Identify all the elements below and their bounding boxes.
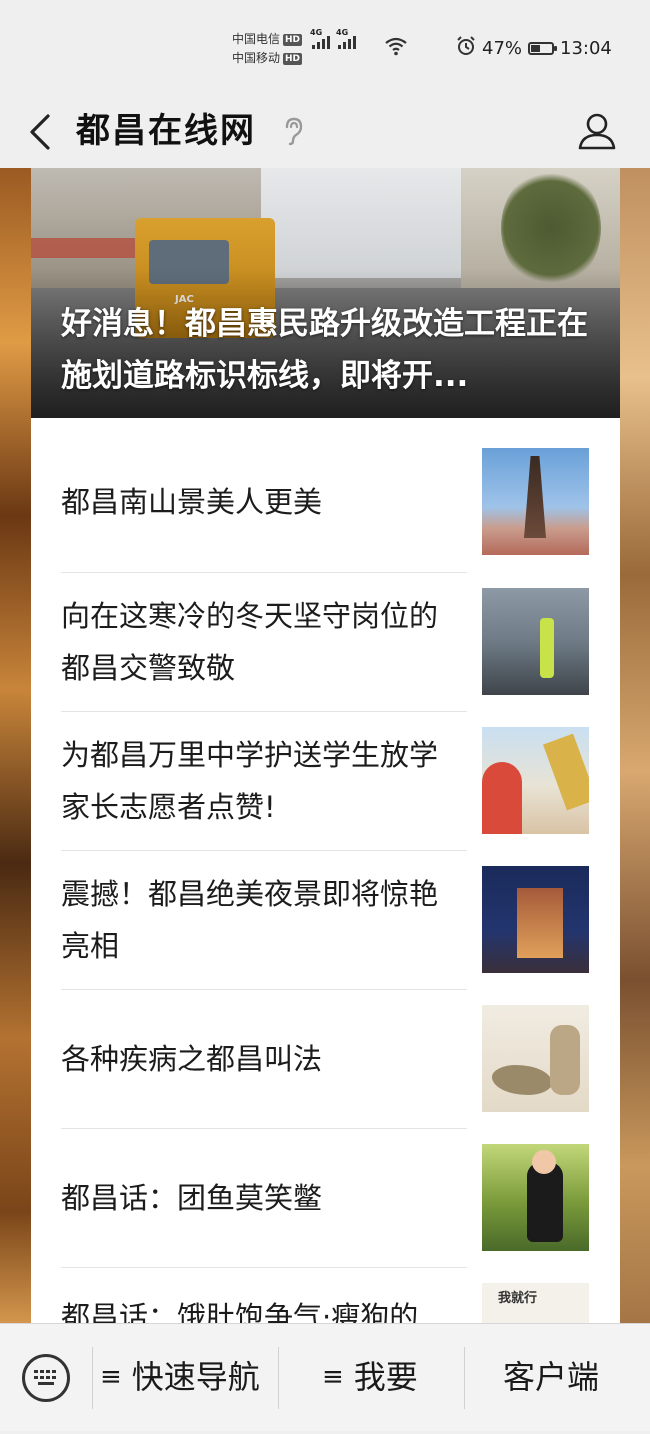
app-header: 都昌在线网	[0, 95, 650, 169]
background-blur-left	[0, 168, 31, 1328]
want-label: 我要	[353, 1358, 418, 1396]
article-title: 各种疾病之都昌叫法	[61, 1041, 323, 1076]
article-title: 都昌南山景美人更美	[61, 485, 323, 519]
client-label: 客户端	[503, 1358, 600, 1396]
carrier-1: 中国电信	[232, 32, 281, 46]
divider	[61, 989, 467, 990]
battery-percent: 47%	[482, 38, 523, 59]
carrier-info: 中国电信 HD 中国移动 HD	[232, 30, 303, 68]
divider	[92, 1347, 93, 1409]
article-title: 都昌话：团鱼莫笑鳖	[61, 1180, 323, 1215]
ear-icon[interactable]	[282, 109, 310, 153]
divider	[61, 1128, 467, 1129]
alarm-icon	[456, 36, 476, 61]
hd-badge: HD	[283, 52, 303, 65]
article-thumbnail	[482, 1283, 589, 1328]
article-thumbnail	[482, 727, 589, 834]
list-item[interactable]: 都昌话：饿肚饱争气·瘦狗的	[31, 1267, 620, 1328]
hero-title: 好消息！都昌惠民路升级改造工程正在施划道路标识标线，即将开...	[61, 306, 588, 394]
wifi-icon	[384, 36, 408, 60]
client-button[interactable]: 客户端	[503, 1324, 599, 1431]
list-item[interactable]: 都昌南山景美人更美	[31, 418, 620, 572]
page-title: 都昌在线网	[76, 111, 256, 151]
signal-icon: 4G	[310, 28, 330, 49]
signal-icons: 4G 4G	[310, 28, 356, 49]
background-blur-right	[619, 168, 650, 1328]
article-title: 向在这寒冷的冬天坚守岗位的都昌交警致敬	[61, 598, 439, 685]
clock: 13:04	[560, 38, 612, 59]
menu-icon: ≡	[322, 1362, 344, 1392]
divider	[61, 1267, 467, 1268]
divider	[61, 572, 467, 573]
article-thumbnail	[482, 448, 589, 555]
article-list: 都昌南山景美人更美 向在这寒冷的冬天坚守岗位的都昌交警致敬 为都昌万里中学护送学…	[31, 418, 620, 1328]
list-item[interactable]: 各种疾病之都昌叫法	[31, 989, 620, 1128]
hd-badge: HD	[283, 33, 303, 46]
status-bar: 中国电信 HD 中国移动 HD 4G 4G 47% 13:04	[0, 0, 650, 95]
list-item[interactable]: 为都昌万里中学护送学生放学家长志愿者点赞!	[31, 711, 620, 850]
battery-icon	[528, 42, 558, 55]
hero-image	[261, 168, 481, 278]
divider	[278, 1347, 279, 1409]
keyboard-icon[interactable]	[22, 1354, 70, 1402]
content-panel: 好消息！都昌惠民路升级改造工程正在施划道路标识标线，即将开... 都昌南山景美人…	[31, 168, 620, 1328]
want-button[interactable]: ≡ 我要	[322, 1324, 418, 1431]
divider	[61, 850, 467, 851]
list-item[interactable]: 向在这寒冷的冬天坚守岗位的都昌交警致敬	[31, 572, 620, 711]
menu-icon: ≡	[100, 1362, 122, 1392]
signal-icon: 4G	[336, 28, 356, 49]
quick-nav-label: 快速导航	[131, 1358, 260, 1396]
back-chevron-icon[interactable]	[20, 107, 60, 157]
article-thumbnail	[482, 588, 589, 695]
bottom-nav-bar: ≡ 快速导航 ≡ 我要 客户端	[0, 1323, 650, 1431]
article-thumbnail	[482, 866, 589, 973]
list-item[interactable]: 都昌话：团鱼莫笑鳖	[31, 1128, 620, 1267]
quick-nav-button[interactable]: ≡ 快速导航	[100, 1324, 260, 1431]
list-item[interactable]: 震撼！都昌绝美夜景即将惊艳亮相	[31, 850, 620, 989]
article-title: 震撼！都昌绝美夜景即将惊艳亮相	[61, 876, 439, 963]
article-thumbnail	[482, 1005, 589, 1112]
divider	[464, 1347, 465, 1409]
person-icon[interactable]	[574, 105, 620, 157]
carrier-2: 中国移动	[232, 51, 281, 65]
article-thumbnail	[482, 1144, 589, 1251]
divider	[61, 711, 467, 712]
article-title: 为都昌万里中学护送学生放学家长志愿者点赞!	[61, 737, 439, 824]
hero-banner[interactable]: 好消息！都昌惠民路升级改造工程正在施划道路标识标线，即将开...	[31, 168, 620, 418]
